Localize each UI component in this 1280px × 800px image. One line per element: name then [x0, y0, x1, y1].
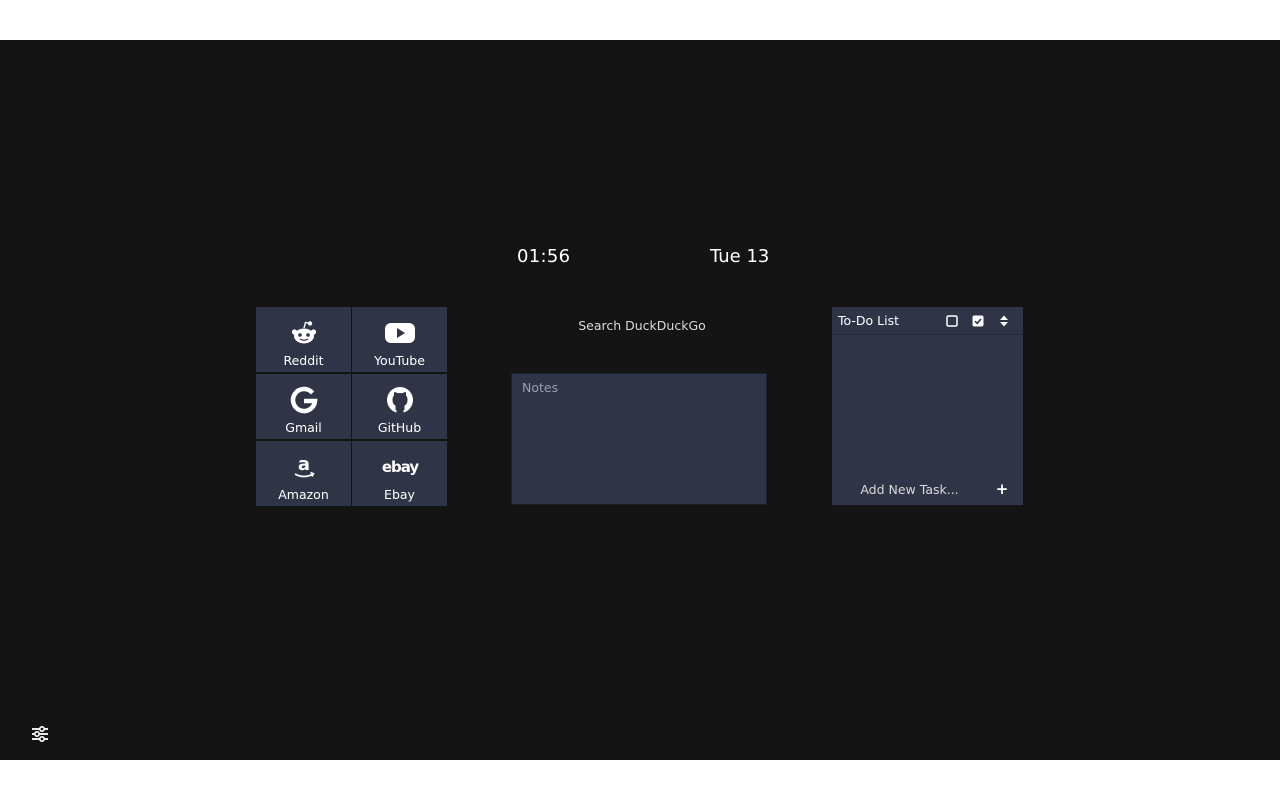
clock-date: Tue 13: [710, 246, 770, 267]
shortcut-label: GitHub: [377, 420, 422, 435]
shortcut-reddit[interactable]: Reddit: [256, 307, 351, 372]
github-icon: [386, 386, 414, 414]
shortcut-amazon[interactable]: a Amazon: [256, 441, 351, 506]
shortcut-label: Ebay: [384, 487, 415, 502]
todo-title: To-Do List: [838, 313, 899, 328]
checkbox-checked-icon: [972, 315, 984, 326]
checkbox-empty-icon: [946, 314, 958, 327]
svg-text:a: a: [297, 454, 309, 475]
show-checked-button[interactable]: [965, 311, 991, 331]
ebay-icon: ebay: [380, 453, 419, 481]
todo-add-row: +: [832, 479, 1023, 499]
shortcut-label: Gmail: [285, 420, 322, 435]
sort-button[interactable]: [991, 311, 1017, 331]
reddit-icon: [290, 319, 318, 347]
todo-header: To-Do List: [832, 307, 1023, 335]
shortcut-label: YouTube: [374, 353, 425, 368]
shortcut-ebay[interactable]: ebay Ebay: [352, 441, 447, 506]
amazon-icon: a: [290, 453, 318, 481]
shortcut-label: Reddit: [283, 353, 324, 368]
todo-widget: To-Do List +: [832, 307, 1023, 505]
show-unchecked-button[interactable]: [939, 311, 965, 331]
shortcut-label: Amazon: [278, 487, 329, 502]
shortcut-youtube[interactable]: YouTube: [352, 307, 447, 372]
notes-field[interactable]: [511, 373, 767, 505]
new-tab-page: 01:56 Tue 13 Reddit YouTube Gmail GitHub…: [0, 40, 1280, 760]
google-icon: [290, 386, 318, 414]
sliders-icon: [32, 725, 48, 743]
add-task-button[interactable]: +: [987, 480, 1017, 498]
settings-button[interactable]: [30, 724, 50, 744]
shortcut-grid: Reddit YouTube Gmail GitHub a Amazon eba…: [256, 307, 447, 506]
search-input[interactable]: [512, 310, 772, 340]
shortcut-github[interactable]: GitHub: [352, 374, 447, 439]
sort-icon: [1000, 315, 1008, 326]
add-task-input[interactable]: [832, 481, 987, 497]
ebay-logo-text: ebay: [381, 458, 419, 476]
youtube-icon: [384, 319, 415, 347]
shortcut-gmail[interactable]: Gmail: [256, 374, 351, 439]
clock-time: 01:56: [517, 246, 571, 267]
